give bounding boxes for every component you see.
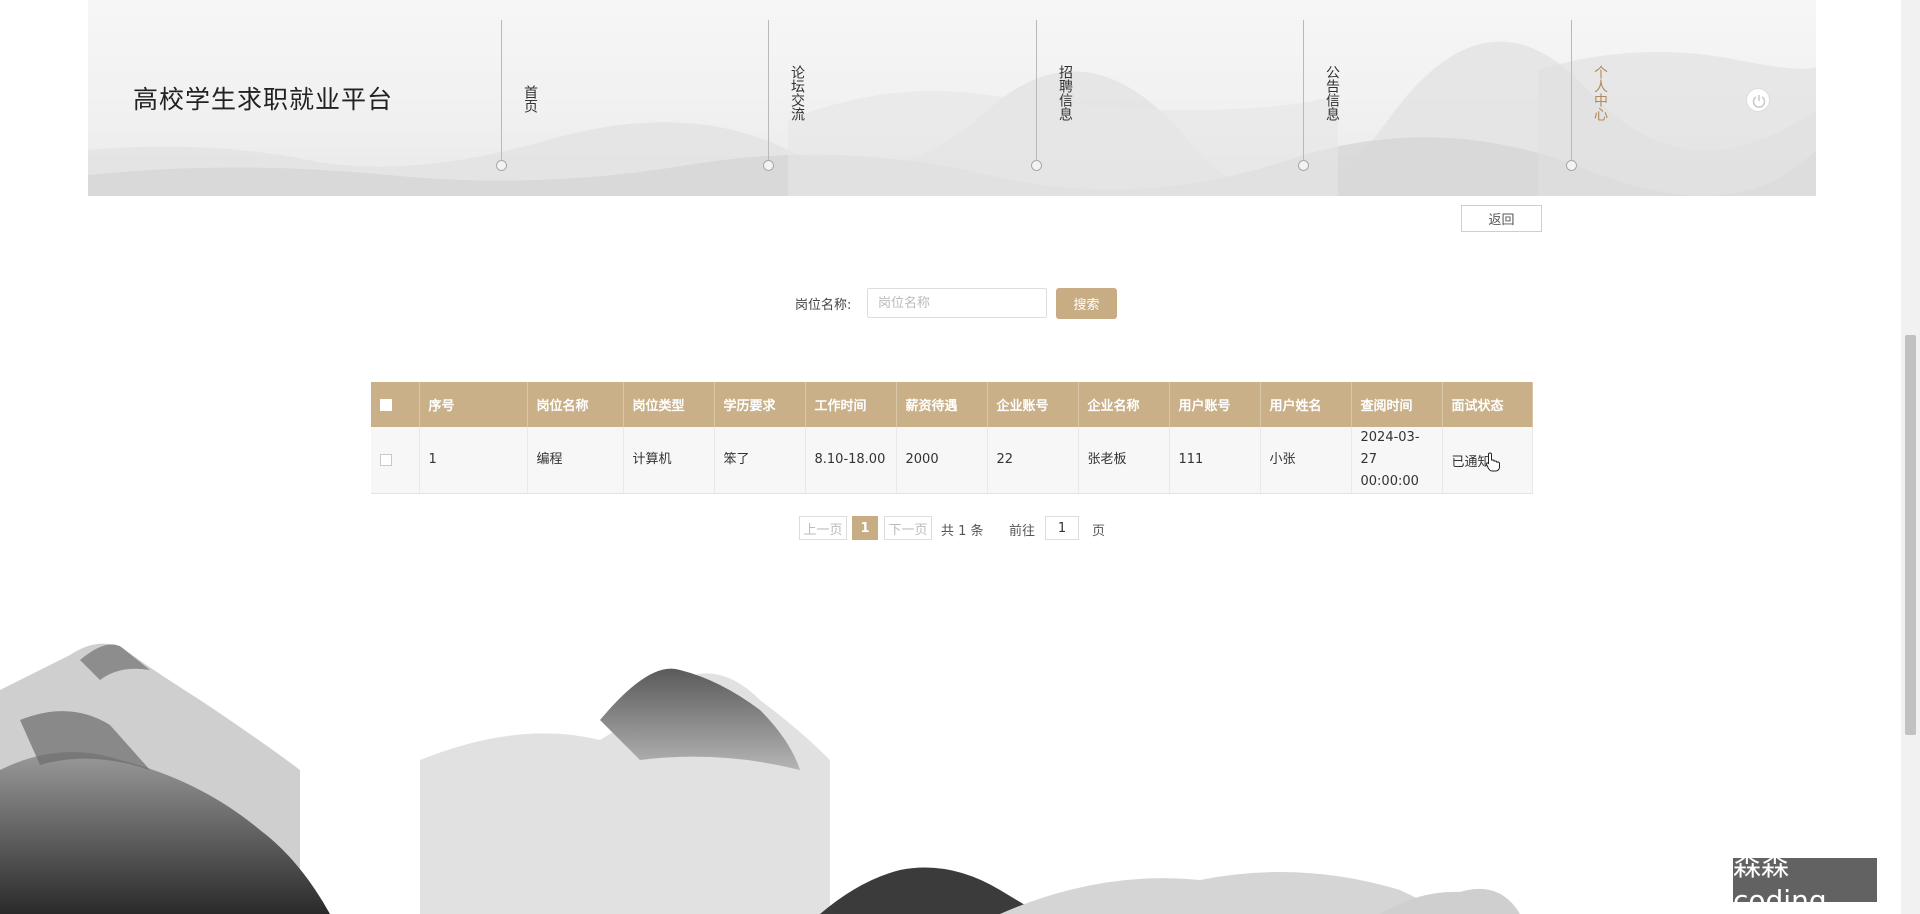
cell-status: 已通知 — [1442, 427, 1533, 494]
job-name-search-input[interactable] — [867, 288, 1047, 318]
row-checkbox[interactable] — [380, 453, 392, 466]
table-row[interactable]: 1 编程 计算机 笨了 8.10-18.00 2000 22 张老板 111 小… — [371, 427, 1533, 494]
cell-job-name: 编程 — [527, 427, 624, 494]
goto-page-input[interactable] — [1045, 516, 1079, 540]
cell-company-name: 张老板 — [1078, 427, 1170, 494]
nav-dot-icon — [496, 160, 507, 171]
nav-divider — [501, 20, 502, 164]
nav-dot-icon — [1031, 160, 1042, 171]
nav-divider — [1303, 20, 1304, 164]
nav-label-profile[interactable]: 个人中心 — [1592, 65, 1610, 121]
column-header: 用户姓名 — [1260, 382, 1352, 427]
application-table: 序号 岗位名称 岗位类型 学历要求 工作时间 薪资待遇 企业账号 企业名称 用户… — [371, 382, 1533, 494]
cell-company-account: 22 — [987, 427, 1079, 494]
select-all-checkbox[interactable] — [380, 398, 392, 411]
total-count: 共 1 条 — [941, 524, 984, 539]
column-header: 企业名称 — [1078, 382, 1170, 427]
current-page-button[interactable]: 1 — [852, 516, 878, 540]
column-header: 用户账号 — [1169, 382, 1261, 427]
nav-label-notices[interactable]: 公告信息 — [1324, 65, 1342, 121]
column-header: 面试状态 — [1442, 382, 1533, 427]
column-header: 薪资待遇 — [896, 382, 988, 427]
cell-user-account: 111 — [1169, 427, 1261, 494]
goto-label: 前往 — [1009, 524, 1036, 539]
nav-label-forum[interactable]: 论坛交流 — [789, 65, 807, 121]
row-select-cell[interactable] — [371, 427, 420, 494]
site-title: 高校学生求职就业平台 — [133, 85, 394, 114]
nav-item-jobs[interactable]: 招聘信息 — [1031, 20, 1076, 171]
nav-item-home[interactable]: 首页 — [496, 20, 541, 171]
header-banner: 高校学生求职就业平台 首页 论坛交流 招聘信息 公告信息 个人中心 — [88, 0, 1816, 196]
nav-dot-icon — [1566, 160, 1577, 171]
view-date: 2024-03-27 — [1360, 430, 1420, 467]
power-icon — [1752, 95, 1766, 108]
cell-work-time: 8.10-18.00 — [805, 427, 897, 494]
nav-label-home[interactable]: 首页 — [522, 85, 540, 113]
ink-landscape-image — [0, 643, 1520, 914]
cell-user-name: 小张 — [1260, 427, 1352, 494]
cell-salary: 2000 — [896, 427, 988, 494]
power-button[interactable] — [1746, 88, 1770, 112]
column-header: 序号 — [419, 382, 528, 427]
search-button[interactable]: 搜索 — [1056, 288, 1117, 319]
column-header: 查阅时间 — [1351, 382, 1443, 427]
back-button[interactable]: 返回 — [1461, 205, 1542, 232]
column-header: 岗位类型 — [623, 382, 715, 427]
cell-index: 1 — [419, 427, 528, 494]
cell-view-time: 2024-03-27 00:00:00 — [1351, 427, 1443, 494]
view-clock: 00:00:00 — [1360, 474, 1419, 489]
watermark-label: 森森coding — [1733, 849, 1877, 914]
nav-divider — [768, 20, 769, 164]
page-scrollbar[interactable] — [1901, 0, 1920, 914]
nav-dot-icon — [763, 160, 774, 171]
column-header: 学历要求 — [714, 382, 806, 427]
scroll-thumb[interactable] — [1905, 335, 1916, 735]
nav-item-forum[interactable]: 论坛交流 — [763, 20, 808, 171]
table-header-row: 序号 岗位名称 岗位类型 学历要求 工作时间 薪资待遇 企业账号 企业名称 用户… — [371, 382, 1533, 427]
nav-label-jobs[interactable]: 招聘信息 — [1057, 65, 1075, 121]
hand-cursor-icon — [1485, 452, 1500, 472]
column-header: 企业账号 — [987, 382, 1079, 427]
nav-item-profile[interactable]: 个人中心 — [1566, 20, 1611, 171]
page-suffix: 页 — [1092, 524, 1106, 539]
nav-dot-icon — [1298, 160, 1309, 171]
next-page-button[interactable]: 下一页 — [884, 516, 932, 540]
select-all-cell[interactable] — [371, 382, 420, 427]
prev-page-button[interactable]: 上一页 — [799, 516, 847, 540]
cell-job-type: 计算机 — [623, 427, 715, 494]
nav-divider — [1036, 20, 1037, 164]
column-header: 工作时间 — [805, 382, 897, 427]
search-label: 岗位名称: — [795, 298, 852, 313]
nav-divider — [1571, 20, 1572, 164]
column-header: 岗位名称 — [527, 382, 624, 427]
nav-item-notices[interactable]: 公告信息 — [1298, 20, 1343, 171]
cell-education: 笨了 — [714, 427, 806, 494]
